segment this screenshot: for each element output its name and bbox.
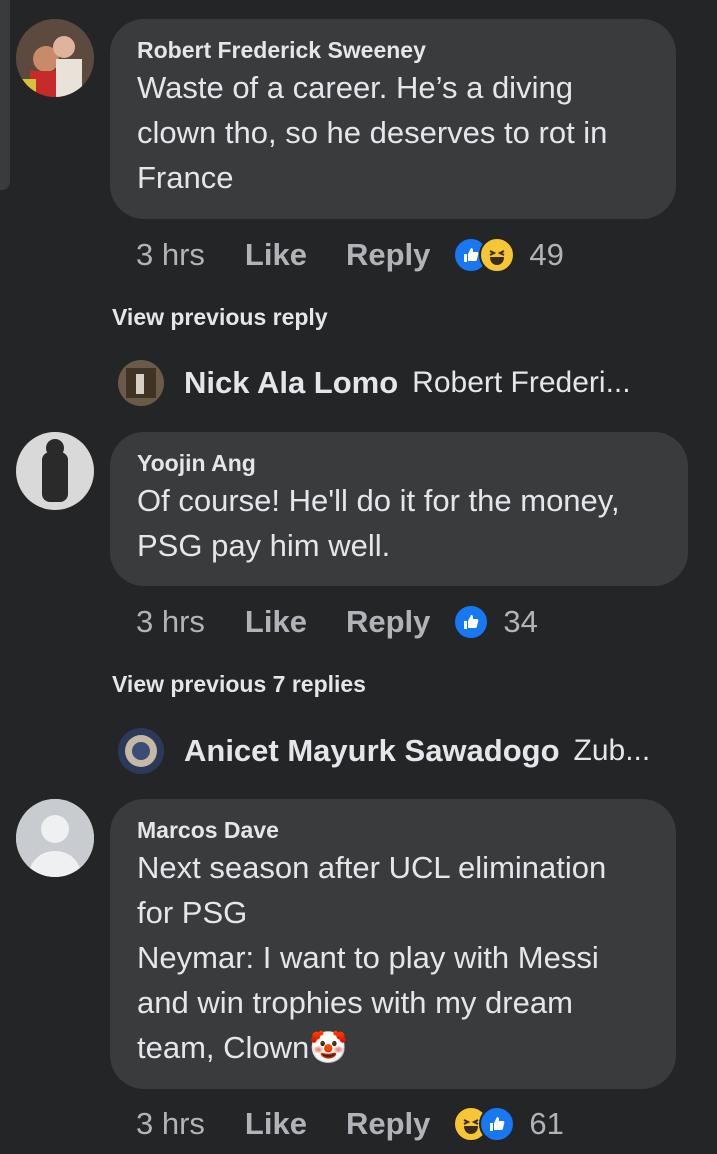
scroll-rail	[0, 0, 10, 190]
reply-preview[interactable]: Nick Ala Lomo Robert Frederi...	[118, 358, 631, 408]
comment-bubble: Robert Frederick Sweeney Waste of a care…	[110, 19, 676, 219]
like-button[interactable]: Like	[245, 604, 307, 640]
comment-time[interactable]: 3 hrs	[136, 604, 205, 640]
reply-author[interactable]: Anicet Mayurk Sawadogo	[184, 733, 560, 769]
comment-time[interactable]: 3 hrs	[136, 237, 205, 273]
comment-author[interactable]: Marcos Dave	[137, 815, 650, 845]
comment-actions: 3 hrs Like Reply 34	[136, 602, 538, 642]
reply-button[interactable]: Reply	[346, 604, 430, 640]
like-button[interactable]: Like	[245, 237, 307, 273]
avatar-photo-icon	[16, 432, 94, 510]
comment-actions: 3 hrs Like Reply 61	[136, 1104, 564, 1144]
like-reaction-icon	[479, 1106, 516, 1142]
comment-text: Waste of a career. He’s a diving clown t…	[137, 70, 617, 195]
avatar	[118, 728, 164, 774]
avatar[interactable]	[16, 432, 94, 510]
like-reaction-icon	[453, 604, 490, 640]
comment-text: Next season after UCL elimination for PS…	[137, 845, 650, 1070]
avatar[interactable]	[16, 799, 94, 877]
view-previous-replies-link[interactable]: View previous reply	[112, 304, 328, 331]
comment-actions: 3 hrs Like Reply 49	[136, 235, 564, 275]
reactions-summary[interactable]: 61	[453, 1106, 564, 1142]
reactions-summary[interactable]: 34	[453, 604, 538, 640]
reaction-count: 49	[529, 237, 564, 272]
comment-author[interactable]: Robert Frederick Sweeney	[137, 35, 650, 65]
reply-snippet: Zub...	[573, 734, 651, 767]
like-button[interactable]: Like	[245, 1106, 307, 1142]
reply-button[interactable]: Reply	[346, 237, 430, 273]
comment-text: Of course! He'll do it for the money, PS…	[137, 483, 629, 563]
comment-bubble: Marcos Dave Next season after UCL elimin…	[110, 799, 676, 1089]
clown-emoji-icon: 🤡	[309, 1030, 348, 1065]
avatar-photo-icon	[118, 728, 164, 774]
avatar-photo-icon	[118, 360, 164, 406]
avatar[interactable]	[16, 19, 94, 97]
comment-text-body: Next season after UCL elimination for PS…	[137, 850, 607, 1065]
reaction-count: 61	[529, 1106, 564, 1141]
comment-time[interactable]: 3 hrs	[136, 1106, 205, 1142]
reply-snippet: Robert Frederi...	[412, 366, 631, 399]
avatar	[118, 360, 164, 406]
reactions-summary[interactable]: 49	[453, 237, 564, 273]
view-previous-replies-link[interactable]: View previous 7 replies	[112, 671, 366, 698]
comment-author[interactable]: Yoojin Ang	[137, 448, 662, 478]
reply-button[interactable]: Reply	[346, 1106, 430, 1142]
reaction-count: 34	[503, 604, 538, 639]
reply-author[interactable]: Nick Ala Lomo	[184, 365, 398, 401]
reply-preview[interactable]: Anicet Mayurk Sawadogo Zub...	[118, 726, 650, 776]
comment-bubble: Yoojin Ang Of course! He'll do it for th…	[110, 432, 688, 586]
haha-reaction-icon	[479, 237, 516, 273]
avatar-photo-icon	[16, 19, 94, 97]
default-avatar-icon	[16, 799, 94, 877]
